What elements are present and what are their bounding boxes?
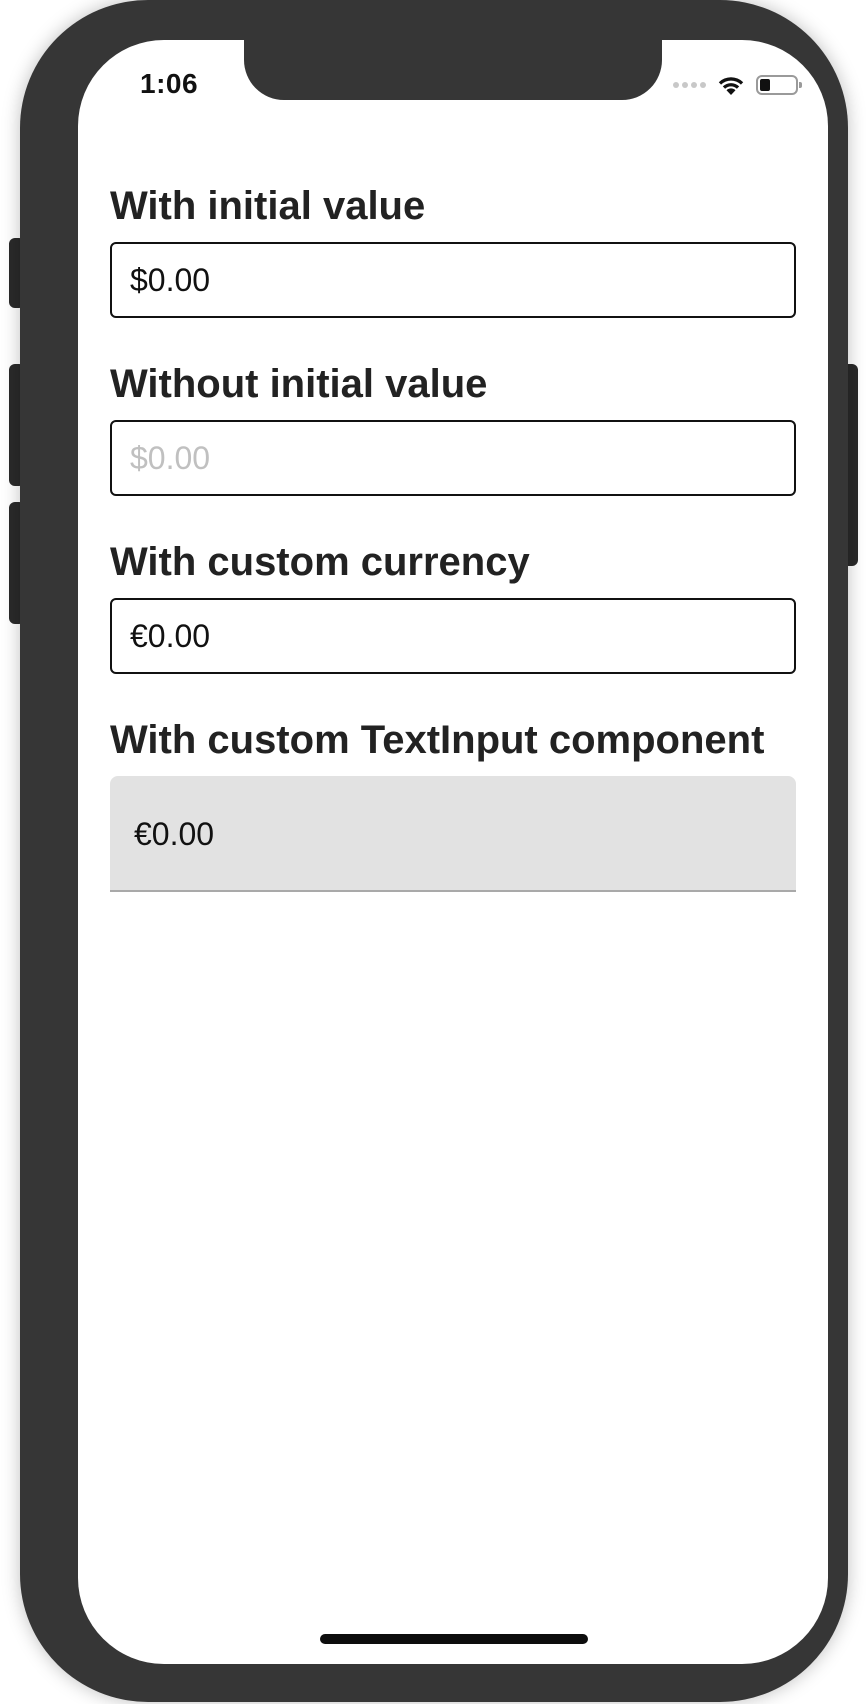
form-content: With initial value Without initial value… (110, 180, 796, 932)
phone-screen: 1:06 With initial value $0.00 Without in… (78, 40, 828, 1664)
field-custom-textinput: With custom TextInput component (110, 714, 796, 892)
status-time: 1:06 (140, 68, 199, 99)
battery-level (760, 79, 770, 91)
currency-input-euro[interactable] (110, 598, 796, 674)
status-icons (673, 70, 802, 100)
device-stage: 1:06 With initial value $0.00 Without in… (0, 0, 866, 1704)
custom-textinput[interactable] (134, 812, 774, 856)
currency-input-initial[interactable] (110, 242, 796, 318)
custom-textinput-container[interactable] (110, 776, 796, 892)
field-label: With initial value (110, 184, 426, 228)
battery-icon (756, 75, 802, 95)
field-label: With custom currency (110, 540, 530, 584)
field-no-initial-value: Without initial value (110, 358, 796, 496)
field-label: Without initial value (110, 362, 488, 406)
home-indicator[interactable] (320, 1634, 588, 1644)
wifi-icon (716, 74, 746, 96)
currency-input-empty[interactable] (110, 420, 796, 496)
field-initial-value: With initial value (110, 180, 796, 318)
field-label: With custom TextInput component (110, 718, 765, 762)
notch (244, 40, 662, 100)
cellular-signal-icon (673, 82, 706, 88)
field-custom-currency: With custom currency (110, 536, 796, 674)
phone-frame: 1:06 With initial value $0.00 Without in… (20, 0, 848, 1702)
